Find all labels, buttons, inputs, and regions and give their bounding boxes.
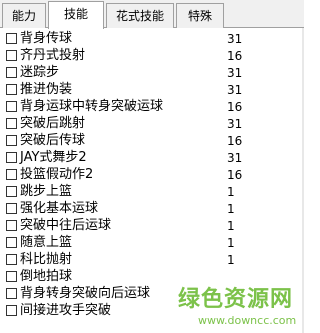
skill-row[interactable]: 迷踪步 31 xyxy=(3,65,301,81)
skill-checkbox[interactable] xyxy=(6,101,17,112)
skill-name: 投篮假动作2 xyxy=(20,167,94,182)
tab-fancy-skills[interactable]: 花式技能 xyxy=(106,3,174,28)
tab-special[interactable]: 特殊 xyxy=(176,3,224,28)
skill-checkbox[interactable] xyxy=(6,186,17,197)
tab-bar: 能力 技能 花式技能 特殊 xyxy=(0,0,304,29)
skill-row[interactable]: 突破后跳射 31 xyxy=(3,116,301,132)
skill-checkbox[interactable] xyxy=(6,33,17,44)
skill-count: 1 xyxy=(227,253,235,267)
skill-row[interactable]: 随意上篮 1 xyxy=(3,235,301,251)
skill-count: 31 xyxy=(227,83,243,97)
skill-name: 齐丹式投射 xyxy=(20,48,86,63)
skill-count: 31 xyxy=(227,151,243,165)
skill-row[interactable]: JAY式舞步2 31 xyxy=(3,150,301,166)
skill-checkbox[interactable] xyxy=(6,118,17,129)
skill-count: 16 xyxy=(227,100,243,114)
skill-count: 1 xyxy=(227,219,235,233)
skill-list: 背身传球 31 齐丹式投射 16 迷踪步 31 推进伪装 31 背身运球中转身突破运球 16 突破后… xyxy=(3,31,301,320)
skills-window: 能力 技能 花式技能 特殊 背身传球 31 齐丹式投射 16 迷踪步 31 推进伪装 31 背身… xyxy=(0,0,304,333)
skill-checkbox[interactable] xyxy=(6,254,17,265)
skill-checkbox[interactable] xyxy=(6,50,17,61)
skill-checkbox[interactable] xyxy=(6,220,17,231)
skill-count: 31 xyxy=(227,117,243,131)
skill-checkbox[interactable] xyxy=(6,152,17,163)
skill-checkbox[interactable] xyxy=(6,203,17,214)
skill-row[interactable]: 倒地拍球 xyxy=(3,269,301,285)
skill-row[interactable]: 突破中往后运球 1 xyxy=(3,218,301,234)
skill-row[interactable]: 背身传球 31 xyxy=(3,31,301,47)
skill-count: 1 xyxy=(227,185,235,199)
skill-row[interactable]: 推进伪装 31 xyxy=(3,82,301,98)
skill-count: 16 xyxy=(227,134,243,148)
skill-count: 31 xyxy=(227,32,243,46)
skill-name: 突破后传球 xyxy=(20,133,86,148)
skill-checkbox[interactable] xyxy=(6,67,17,78)
skill-row[interactable]: 强化基本运球 1 xyxy=(3,201,301,217)
skill-name: 突破后跳射 xyxy=(20,116,86,131)
skill-name: JAY式舞步2 xyxy=(20,150,87,165)
skill-count: 1 xyxy=(227,202,235,216)
skill-name: 背身传球 xyxy=(20,31,73,46)
tab-skills[interactable]: 技能 xyxy=(48,1,104,29)
skill-checkbox[interactable] xyxy=(6,237,17,248)
skill-count: 16 xyxy=(227,49,243,63)
skill-checkbox[interactable] xyxy=(6,305,17,316)
skill-row[interactable]: 间接进攻手突破 xyxy=(3,303,301,319)
skill-row[interactable]: 背身运球中转身突破运球 16 xyxy=(3,99,301,115)
skill-count: 1 xyxy=(227,236,235,250)
skill-checkbox[interactable] xyxy=(6,135,17,146)
skill-name: 倒地拍球 xyxy=(20,269,73,284)
skill-name: 强化基本运球 xyxy=(20,201,99,216)
skill-name: 突破中往后运球 xyxy=(20,218,112,233)
skill-checkbox[interactable] xyxy=(6,84,17,95)
tab-ability[interactable]: 能力 xyxy=(2,3,46,28)
skill-name: 迷踪步 xyxy=(20,65,60,80)
skill-row[interactable]: 突破后传球 16 xyxy=(3,133,301,149)
skill-name: 科比抛射 xyxy=(20,252,73,267)
scroll-edge xyxy=(302,28,304,333)
skill-row[interactable]: 跳步上篮 1 xyxy=(3,184,301,200)
skill-count: 31 xyxy=(227,66,243,80)
skill-row[interactable]: 背身转身突破向后运球 xyxy=(3,286,301,302)
skill-checkbox[interactable] xyxy=(6,169,17,180)
skill-name: 背身转身突破向后运球 xyxy=(20,286,151,301)
skill-name: 随意上篮 xyxy=(20,235,73,250)
skill-checkbox[interactable] xyxy=(6,288,17,299)
skill-name: 间接进攻手突破 xyxy=(20,303,112,318)
skill-name: 跳步上篮 xyxy=(20,184,73,199)
skill-row[interactable]: 齐丹式投射 16 xyxy=(3,48,301,64)
skill-count: 16 xyxy=(227,168,243,182)
skill-row[interactable]: 投篮假动作2 16 xyxy=(3,167,301,183)
skill-name: 背身运球中转身突破运球 xyxy=(20,99,164,114)
skill-row[interactable]: 科比抛射 1 xyxy=(3,252,301,268)
skill-name: 推进伪装 xyxy=(20,82,73,97)
skill-checkbox[interactable] xyxy=(6,271,17,282)
